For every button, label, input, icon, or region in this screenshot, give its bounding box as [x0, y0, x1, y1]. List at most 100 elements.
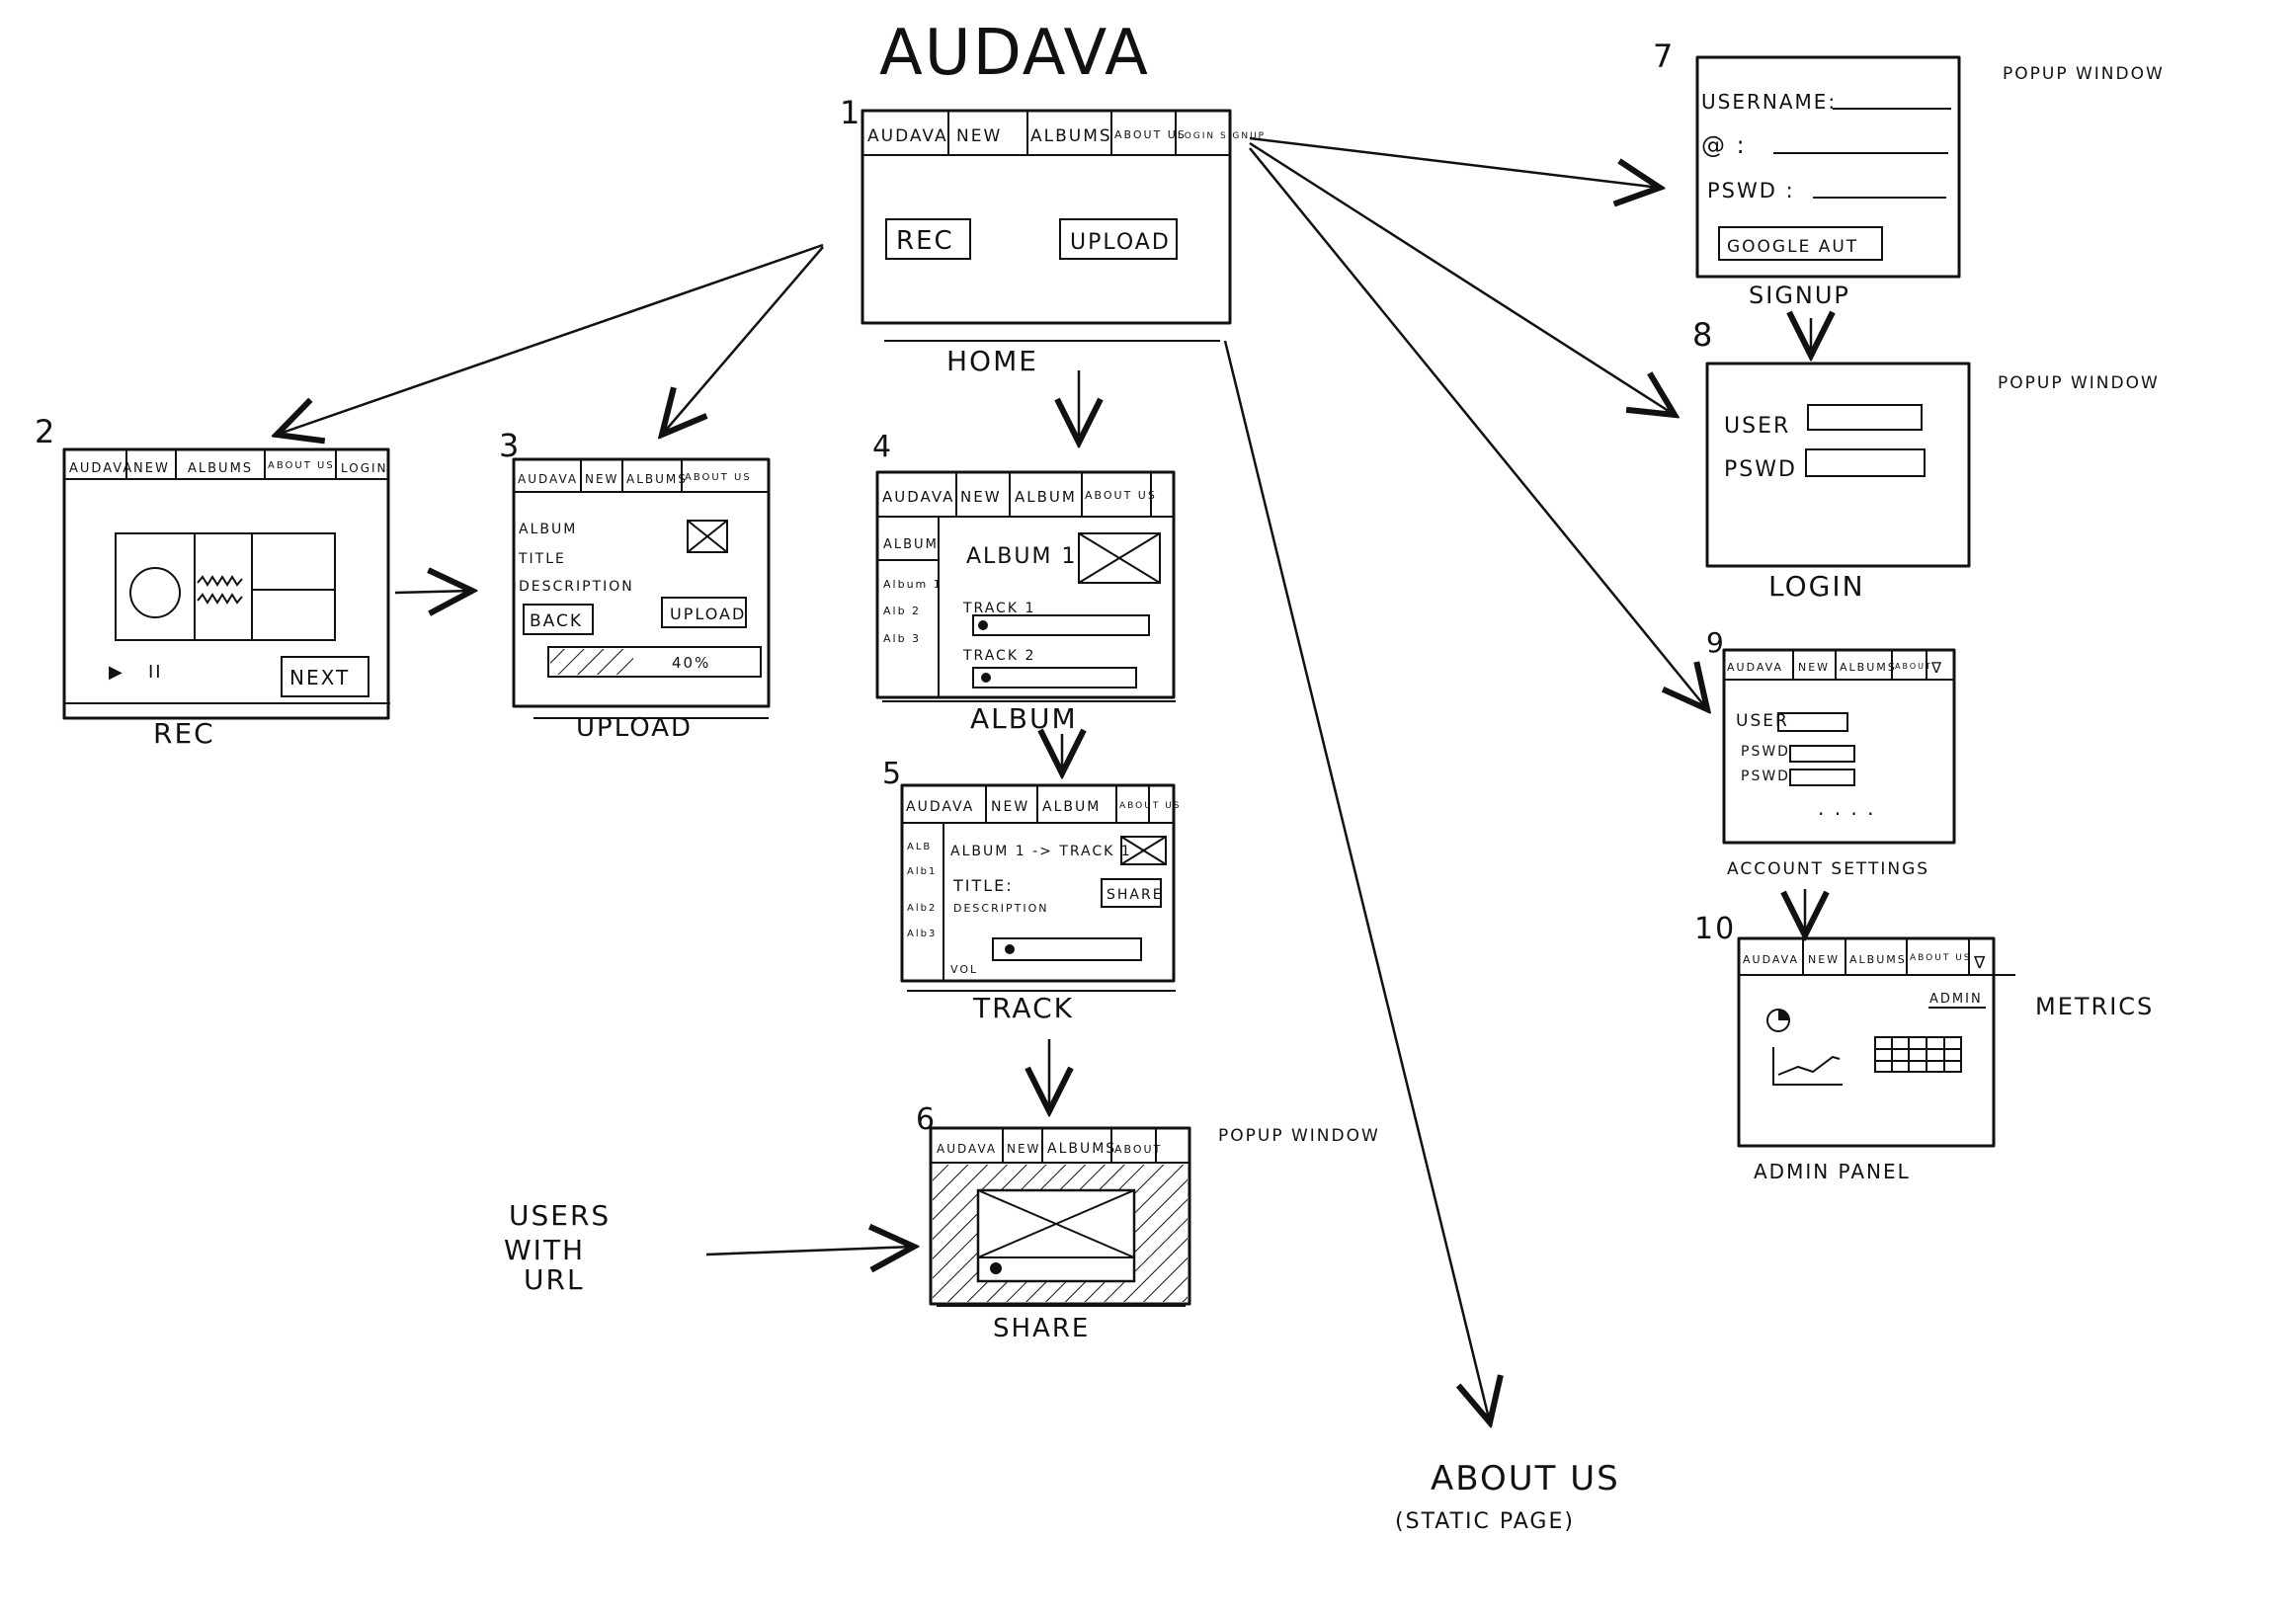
screen-track: 5 AUDAVA NEW ALBUM ABOUT US ALB Alb1 Alb…: [882, 757, 1182, 1024]
url-text: URL: [524, 1263, 585, 1296]
google-auth-button[interactable]: GOOGLE AUT: [1727, 237, 1858, 257]
wireframe-board: AUDAVA 1 AUDAVA NEW ALBUMS ABOUT US LOGI…: [35, 17, 2163, 1534]
grid-table-icon: [1874, 1036, 1962, 1073]
arrow-home-to-login: [1249, 141, 1675, 415]
nav-new[interactable]: NEW: [1007, 1142, 1040, 1156]
track-player[interactable]: [972, 614, 1150, 636]
sidebar-item-album-1[interactable]: Alb1: [907, 866, 937, 877]
password-input[interactable]: [1805, 448, 1926, 477]
arrow-home-to-upload: [662, 246, 824, 435]
metrics-note: METRICS: [2035, 993, 2154, 1020]
users-with-url: USERS WITH URL: [504, 1199, 611, 1296]
nav-albums[interactable]: ALBUMS: [188, 461, 253, 476]
track-player[interactable]: [972, 667, 1137, 688]
sidebar-item-album-3[interactable]: Alb 3: [883, 632, 921, 645]
nav-about[interactable]: ABOUT US: [1910, 953, 1972, 963]
screen-home: 1 AUDAVA NEW ALBUMS ABOUT US LOGIN SIGNU…: [840, 94, 1264, 377]
screen-label: TRACK: [972, 992, 1074, 1024]
screen-label: REC: [153, 717, 215, 750]
nav-about[interactable]: ABOUT US: [1114, 128, 1187, 141]
screen-number: 7: [1653, 38, 1675, 75]
screen-login: 8 USER PSWD LOGIN POPUP WINDOW: [1692, 316, 2158, 603]
title-field: TITLE:: [952, 876, 1014, 895]
field-password-confirm: PSWD: [1741, 769, 1790, 784]
dropdown-icon[interactable]: ∇: [1973, 953, 1987, 973]
track-label: TRACK 2: [962, 648, 1035, 664]
users-text: USERS: [509, 1199, 611, 1232]
back-button[interactable]: BACK: [530, 611, 583, 631]
nav-new[interactable]: NEW: [133, 461, 170, 476]
play-icon[interactable]: ▶: [109, 662, 124, 683]
screen-label: LOGIN: [1768, 570, 1865, 603]
screen-number: 8: [1692, 316, 1714, 354]
arrow-rec-to-upload: [394, 591, 472, 593]
sidebar-header: ALB: [907, 842, 932, 852]
nav-new[interactable]: NEW: [960, 488, 1002, 506]
screen-number: 1: [840, 94, 861, 131]
nav-album[interactable]: ALBUM: [1042, 799, 1101, 815]
screen-share: 6 AUDAVA NEW ALBUMS ABOUT SHARE POPUP WI…: [916, 1102, 1380, 1343]
nav-new[interactable]: NEW: [956, 126, 1002, 146]
nav-home[interactable]: AUDAVA: [1727, 661, 1783, 674]
nav-home[interactable]: AUDAVA: [906, 799, 974, 815]
nav-about[interactable]: ABOUT US: [685, 472, 752, 483]
arrow-users-to-share: [705, 1247, 914, 1255]
nav-albums[interactable]: ALBUMS: [1030, 126, 1112, 146]
volume-label: VOL: [950, 963, 978, 976]
nav-albums[interactable]: ALBUMS: [626, 472, 688, 486]
sidebar-item-album-2[interactable]: Alb2: [907, 903, 937, 914]
line-chart-icon: [1772, 1047, 1843, 1086]
upload-button[interactable]: UPLOAD: [670, 605, 746, 623]
arrow-home-to-signup: [1249, 136, 1660, 188]
screen-number: 6: [916, 1102, 937, 1137]
waveform-icon: [197, 575, 243, 587]
nav-home[interactable]: AUDAVA: [69, 461, 133, 476]
password-confirm-input[interactable]: [1789, 769, 1855, 786]
field-email: @ :: [1701, 131, 1747, 159]
sidebar-item-album-3[interactable]: Alb3: [907, 929, 937, 939]
dropdown-icon[interactable]: ∇: [1930, 659, 1943, 677]
screen-admin-panel: 10 AUDAVA NEW ALBUMS ABOUT US ∇ ADMIN AD…: [1694, 912, 2154, 1183]
nav-about[interactable]: ABOUT US: [1119, 801, 1182, 811]
popup-note: POPUP WINDOW: [1218, 1126, 1380, 1146]
field-title: TITLE: [518, 551, 566, 567]
nav-about[interactable]: ABOUT US: [268, 460, 335, 471]
track-player[interactable]: [992, 937, 1142, 961]
nav-home[interactable]: AUDAVA: [867, 126, 948, 146]
nav-albums[interactable]: ALBUMS: [1849, 953, 1907, 966]
nav-new[interactable]: NEW: [991, 799, 1029, 815]
sidebar-item-album-2[interactable]: Alb 2: [883, 605, 921, 617]
nav-albums[interactable]: ALBUMS: [1047, 1141, 1116, 1157]
screen-label: HOME: [946, 345, 1038, 377]
nav-home[interactable]: AUDAVA: [518, 472, 578, 486]
nav-about[interactable]: ABOUT: [1895, 662, 1932, 671]
nav-albums[interactable]: ALBUMS: [1840, 661, 1897, 674]
nav-home[interactable]: AUDAVA: [882, 488, 954, 506]
screen-number: 2: [35, 413, 56, 450]
upload-button[interactable]: UPLOAD: [1070, 230, 1171, 255]
user-input[interactable]: [1807, 404, 1923, 431]
screen-number: 10: [1694, 912, 1736, 946]
pause-icon[interactable]: II: [148, 662, 163, 683]
password-input[interactable]: [1789, 745, 1855, 763]
nav-new[interactable]: NEW: [585, 472, 618, 486]
record-circle-icon: [129, 567, 181, 618]
track-label: TRACK 1: [962, 601, 1035, 616]
nav-about[interactable]: ABOUT US: [1085, 489, 1157, 502]
nav-home[interactable]: AUDAVA: [937, 1142, 997, 1156]
rec-button[interactable]: REC: [896, 226, 954, 256]
nav-login[interactable]: LOGIN: [341, 461, 388, 475]
nav-new[interactable]: NEW: [1798, 661, 1830, 674]
nav-home[interactable]: AUDAVA: [1743, 953, 1799, 966]
nav-new[interactable]: NEW: [1808, 953, 1840, 966]
next-button[interactable]: NEXT: [289, 666, 350, 689]
nav-about[interactable]: ABOUT: [1114, 1143, 1162, 1156]
field-password: PSWD: [1741, 744, 1790, 760]
nav-album[interactable]: ALBUM: [1015, 488, 1077, 506]
field-description: DESCRIPTION: [519, 579, 634, 595]
about-us-page: ABOUT US (STATIC PAGE): [1395, 1459, 1620, 1534]
field-user: USER: [1724, 414, 1790, 439]
about-title: ABOUT US: [1431, 1459, 1620, 1498]
sidebar-item-album-1[interactable]: Album 1: [883, 578, 943, 591]
share-button[interactable]: SHARE: [1107, 887, 1164, 903]
